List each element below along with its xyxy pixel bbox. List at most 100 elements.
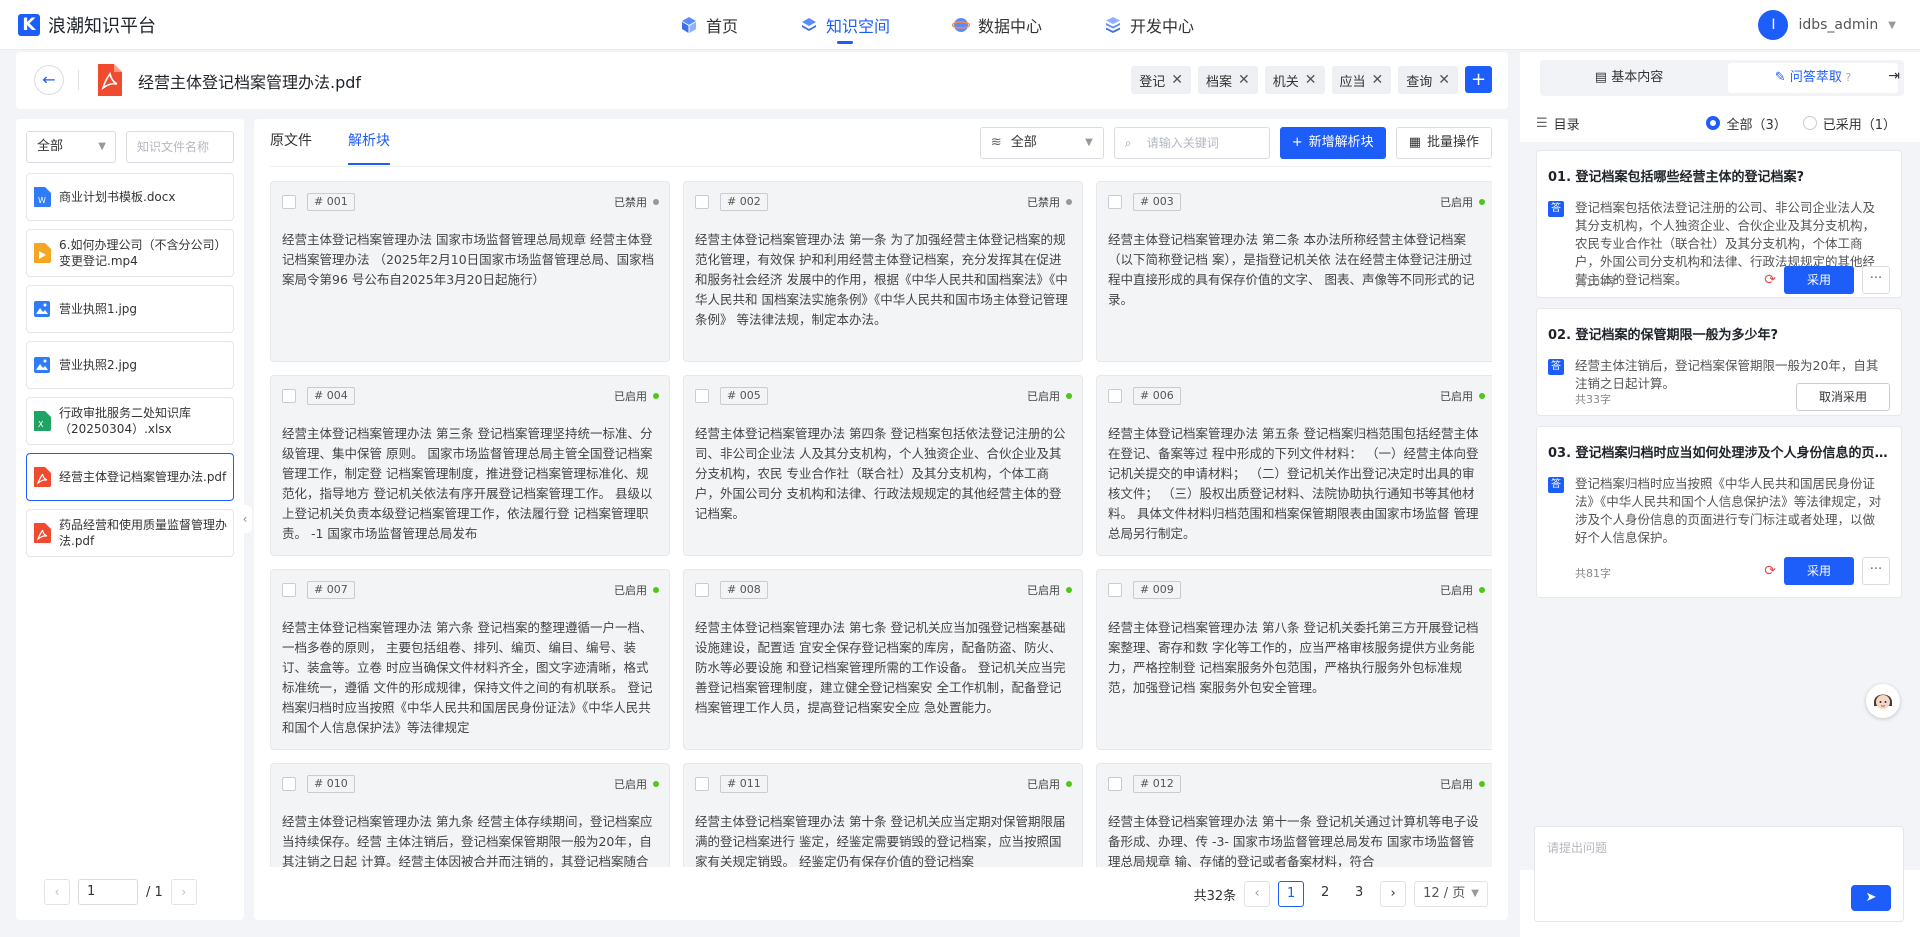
parsed-block-card[interactable]: # 002 已禁用 经营主体登记档案管理办法 第一条 为了加强经营主体登记档案的规范… [683,181,1083,362]
parsed-block-card[interactable]: # 005 已启用 经营主体登记档案管理办法 第四条 登记档案包括依法登记注册的公司… [683,375,1083,556]
nav-item-knowledge-space[interactable]: 知识空间 [800,0,890,50]
send-button[interactable]: ➤ [1851,885,1891,911]
nav-item-home[interactable]: 首页 [680,0,738,50]
block-checkbox[interactable] [282,777,296,791]
more-button[interactable]: ··· [1862,557,1890,585]
file-item[interactable]: 6.如何办理公司（不含分公司）变更登记.mp4 [26,229,234,277]
collapse-panel-icon[interactable]: ⇥ [1888,68,1900,84]
block-status[interactable]: 已启用 [1027,776,1072,792]
page-button[interactable]: 2 [1312,881,1338,907]
block-checkbox[interactable] [1108,389,1122,403]
parsed-block-card[interactable]: # 012 已启用 经营主体登记档案管理办法 第十一条 登记机关通过计算机等电子设备… [1096,763,1492,867]
cancel-adopt-button[interactable]: 取消采用 [1796,383,1890,411]
tag-label: 应当 [1339,74,1366,90]
nav-item-dev-center[interactable]: 开发中心 [1104,0,1194,50]
parsed-block-card[interactable]: # 006 已启用 经营主体登记档案管理办法 第五条 登记档案归档范围包括经营主体在… [1096,375,1492,556]
collapse-sidebar-button[interactable]: ‹ [238,505,252,533]
svg-text:W: W [38,196,46,205]
block-checkbox[interactable] [695,777,709,791]
file-search-input[interactable]: 知识文件名称 [126,131,234,163]
refresh-icon[interactable]: ⟳ [1764,563,1776,579]
status-filter-select[interactable]: ≋ 全部 ▼ [979,127,1104,159]
tag[interactable]: 档案 ✕ [1198,66,1258,94]
tag-label: 档案 [1206,74,1233,90]
block-checkbox[interactable] [695,583,709,597]
parsed-block-card[interactable]: # 007 已启用 经营主体登记档案管理办法 第六条 登记档案的整理遵循一户一档、一… [270,569,670,750]
page-size-select[interactable]: 12 / 页 ▼ [1414,881,1488,907]
tab-original-file[interactable]: 原文件 [270,119,312,167]
keyword-search-input[interactable]: ⌕ 请输入关键词 [1113,127,1270,159]
block-status[interactable]: 已启用 [1440,776,1485,792]
block-checkbox[interactable] [1108,777,1122,791]
refresh-icon[interactable]: ⟳ [1764,272,1776,288]
total-count: 共32条 [1193,888,1237,904]
back-button[interactable]: ← [34,65,64,95]
adopt-button[interactable]: 采用 [1784,266,1854,294]
page-button[interactable]: 1 [1278,881,1305,907]
block-status[interactable]: 已启用 [614,776,659,792]
next-page-button[interactable]: › [170,879,197,905]
assistant-avatar-icon[interactable] [1866,684,1900,718]
block-status[interactable]: 已启用 [614,582,659,598]
block-status[interactable]: 已启用 [1027,582,1072,598]
block-checkbox[interactable] [1108,195,1122,209]
prev-page-button[interactable]: ‹ [1244,881,1271,907]
file-item[interactable]: 营业执照2.jpg [26,341,234,389]
block-checkbox[interactable] [1108,583,1122,597]
prev-page-button[interactable]: ‹ [44,879,70,905]
block-checkbox[interactable] [695,389,709,403]
close-icon[interactable]: ✕ [1238,72,1250,88]
app-logo[interactable]: K 浪潮知识平台 [18,12,156,38]
block-status[interactable]: 已启用 [1440,388,1485,404]
parsed-block-card[interactable]: # 009 已启用 经营主体登记档案管理办法 第八条 登记机关委托第三方开展登记档案… [1096,569,1492,750]
file-type-select[interactable]: 全部 ▼ [26,131,116,163]
parsed-block-card[interactable]: # 011 已启用 经营主体登记档案管理办法 第十条 登记机关应当定期对保管期限届满… [683,763,1083,867]
block-checkbox[interactable] [282,389,296,403]
file-item[interactable]: 药品经营和使用质量监督管理办法.pdf [26,509,234,557]
parsed-block-card[interactable]: # 010 已启用 经营主体登记档案管理办法 第九条 经营主体存续期间，登记档案应当… [270,763,670,867]
block-checkbox[interactable] [282,583,296,597]
radio-adopted[interactable] [1802,116,1817,130]
block-status[interactable]: 已启用 [614,388,659,404]
close-icon[interactable]: ✕ [1171,72,1183,88]
file-item-selected[interactable]: 经营主体登记档案管理办法.pdf [26,453,234,501]
block-status[interactable]: 已启用 [1027,388,1072,404]
file-item[interactable]: W 商业计划书模板.docx [26,173,234,221]
add-block-button[interactable]: + 新增解析块 [1279,127,1386,159]
block-status[interactable]: 已启用 [1440,194,1485,210]
batch-operation-button[interactable]: ▦ 批量操作 [1395,127,1492,159]
parsed-block-card[interactable]: # 008 已启用 经营主体登记档案管理办法 第七条 登记机关应当加强登记档案基础设… [683,569,1083,750]
next-page-button[interactable]: › [1380,881,1407,907]
tab-parsed-blocks[interactable]: 解析块 [348,119,390,167]
tag[interactable]: 机关 ✕ [1264,66,1325,94]
block-status[interactable]: 已禁用 [1027,194,1072,210]
page-button[interactable]: 3 [1346,881,1372,907]
parsed-block-card[interactable]: # 001 已禁用 经营主体登记档案管理办法 国家市场监督管理总局规章 经营主体登记… [270,181,670,362]
tab-qa-extraction[interactable]: ✎ 问答萃取 ? [1728,63,1898,93]
tag[interactable]: 查询 ✕ [1398,66,1458,94]
block-checkbox[interactable] [695,195,709,209]
tag[interactable]: 应当 ✕ [1331,66,1392,94]
block-text: 经营主体登记档案管理办法 第五条 登记档案归档范围包括经营主体在登记、备案等过 … [1108,426,1479,541]
file-item[interactable]: X 行政审批服务二处知识库（20250304）.xlsx [26,397,234,445]
tag[interactable]: 登记 ✕ [1131,66,1191,94]
user-menu[interactable]: I idbs_admin ▼ [1758,10,1896,40]
block-checkbox[interactable] [282,195,296,209]
radio-all[interactable] [1706,116,1721,130]
block-status[interactable]: 已禁用 [614,194,659,210]
toc-label[interactable]: 目录 [1554,114,1580,133]
close-icon[interactable]: ✕ [1305,72,1317,88]
parsed-block-card[interactable]: # 003 已启用 经营主体登记档案管理办法 第二条 本办法所称经营主体登记档案（以… [1096,181,1492,362]
close-icon[interactable]: ✕ [1438,72,1450,88]
add-tag-button[interactable]: + [1465,66,1492,93]
page-input[interactable]: 1 [78,879,138,905]
adopt-button[interactable]: 采用 [1784,557,1854,585]
block-status[interactable]: 已启用 [1440,582,1485,598]
file-item[interactable]: 营业执照1.jpg [26,285,234,333]
tab-basic-content[interactable]: ▤ 基本内容 [1544,63,1714,93]
more-button[interactable]: ··· [1862,266,1890,294]
parsed-block-card[interactable]: # 004 已启用 经营主体登记档案管理办法 第三条 登记档案管理坚持统一标准、分级… [270,375,670,556]
nav-item-data-center[interactable]: 数据中心 [952,0,1042,50]
close-icon[interactable]: ✕ [1372,72,1384,88]
question-input[interactable]: 请提出问题 ➤ [1534,826,1904,922]
